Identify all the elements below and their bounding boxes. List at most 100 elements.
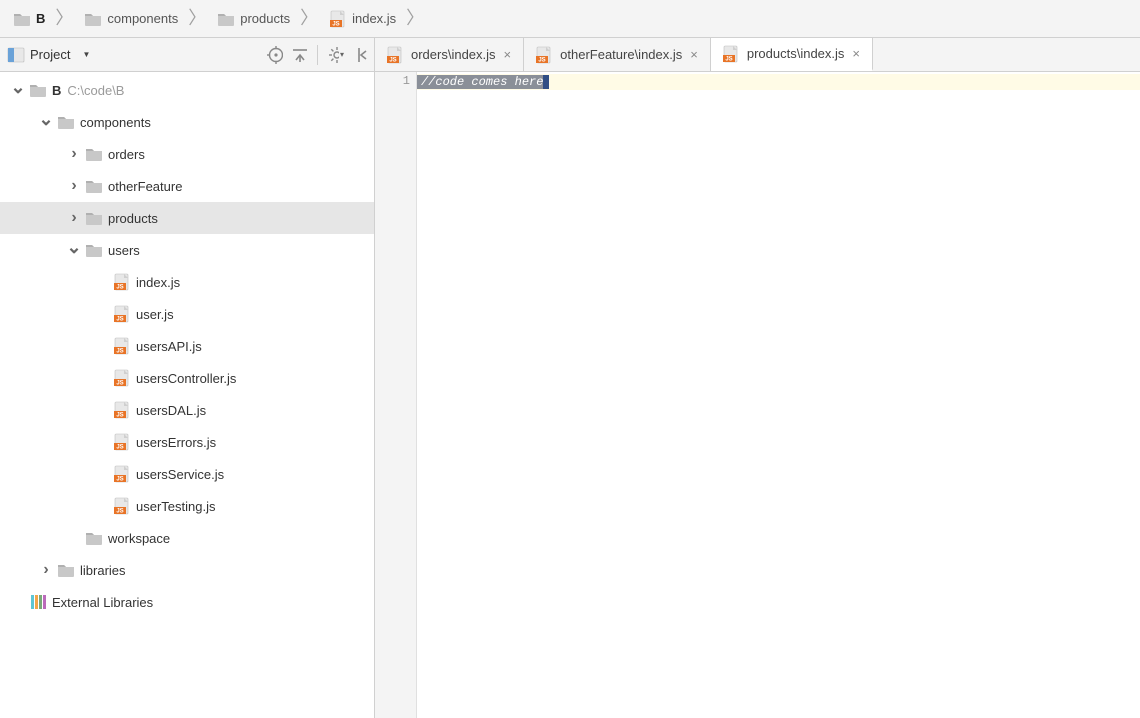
tab-label: otherFeature\index.js xyxy=(560,47,682,62)
chevron-right-icon: 〉 xyxy=(298,4,320,30)
code-line: //code comes here xyxy=(417,74,1140,90)
editor-tab[interactable]: orders\index.js × xyxy=(375,38,524,71)
tree-item-label: usersErrors.js xyxy=(136,435,216,450)
js-file-icon xyxy=(328,9,348,29)
chevron-down-icon[interactable]: ⌄ xyxy=(36,109,56,130)
tree-row[interactable]: ⌄ B C:\code\B xyxy=(0,74,374,106)
js-file-icon xyxy=(112,432,132,452)
chevron-right-icon[interactable]: › xyxy=(64,209,84,227)
tree-item-label: components xyxy=(80,115,151,130)
js-file-icon xyxy=(385,45,405,65)
code-area[interactable]: //code comes here xyxy=(417,72,1140,718)
tree-row[interactable]: ⌄ components xyxy=(0,106,374,138)
tree-row[interactable]: index.js xyxy=(0,266,374,298)
folder-icon xyxy=(84,208,104,228)
tree-row[interactable]: usersController.js xyxy=(0,362,374,394)
project-tool-window: Project ▼ ▾ ⌄ B C:\code\B ⌄ components ›order… xyxy=(0,38,375,718)
line-number: 1 xyxy=(375,74,410,88)
folder-icon xyxy=(84,176,104,196)
hide-button[interactable] xyxy=(352,47,368,63)
collapse-all-button[interactable] xyxy=(291,47,307,63)
folder-icon xyxy=(84,240,104,260)
tree-item-label: B xyxy=(52,83,61,98)
project-view-selector[interactable]: Project ▼ xyxy=(6,45,90,65)
tree-row[interactable]: userTesting.js xyxy=(0,490,374,522)
js-file-icon xyxy=(112,496,132,516)
chevron-right-icon: 〉 xyxy=(186,4,208,30)
external-libraries-icon xyxy=(28,592,48,612)
tree-item-label: userTesting.js xyxy=(136,499,215,514)
tree-item-path: C:\code\B xyxy=(67,83,124,98)
js-file-icon xyxy=(112,464,132,484)
tab-label: products\index.js xyxy=(747,46,845,61)
editor-body: 1 //code comes here xyxy=(375,72,1140,718)
folder-icon xyxy=(56,112,76,132)
crumb-root[interactable]: B xyxy=(6,5,51,33)
folder-icon xyxy=(12,9,32,29)
tree-item-label: usersController.js xyxy=(136,371,236,386)
chevron-down-icon[interactable]: ⌄ xyxy=(8,77,28,98)
editor-tab[interactable]: products\index.js × xyxy=(711,38,873,71)
chevron-right-icon[interactable]: › xyxy=(64,177,84,195)
close-icon[interactable]: × xyxy=(850,44,862,63)
tab-label: orders\index.js xyxy=(411,47,496,62)
editor: orders\index.js×otherFeature\index.js×pr… xyxy=(375,38,1140,718)
tree-row[interactable]: › products xyxy=(0,202,374,234)
editor-tab[interactable]: otherFeature\index.js × xyxy=(524,38,711,71)
tree-row[interactable]: usersErrors.js xyxy=(0,426,374,458)
crumb-file[interactable]: index.js xyxy=(322,5,402,33)
project-tree[interactable]: ⌄BC:\code\B⌄components›orders›otherFeatu… xyxy=(0,72,374,718)
chevron-down-icon[interactable]: ⌄ xyxy=(64,237,84,258)
close-icon[interactable]: × xyxy=(502,45,514,64)
tree-row[interactable]: workspace xyxy=(0,522,374,554)
tree-row[interactable]: user.js xyxy=(0,298,374,330)
js-file-icon xyxy=(534,45,554,65)
chevron-right-icon[interactable]: › xyxy=(36,561,56,579)
chevron-down-icon: ▼ xyxy=(74,50,90,59)
crumb-label: products xyxy=(240,11,290,26)
project-title: Project xyxy=(30,47,70,62)
tree-row[interactable]: ⌄users xyxy=(0,234,374,266)
chevron-right-icon: 〉 xyxy=(53,4,75,30)
tree-item-label: index.js xyxy=(136,275,180,290)
close-icon[interactable]: × xyxy=(688,45,700,64)
folder-icon xyxy=(83,9,103,29)
js-file-icon xyxy=(112,304,132,324)
tree-row[interactable]: usersAPI.js xyxy=(0,330,374,362)
tree-row[interactable]: usersService.js xyxy=(0,458,374,490)
js-file-icon xyxy=(112,336,132,356)
tree-item-label: products xyxy=(108,211,158,226)
project-toolbar: ▾ xyxy=(267,45,368,65)
text-caret xyxy=(543,75,549,89)
tree-item-label: otherFeature xyxy=(108,179,182,194)
folder-icon xyxy=(56,560,76,580)
scroll-from-source-button[interactable] xyxy=(267,47,283,63)
folder-icon xyxy=(84,144,104,164)
tree-row[interactable]: › otherFeature xyxy=(0,170,374,202)
breadcrumb: B 〉 components 〉 products 〉 index.js 〉 xyxy=(0,0,1140,38)
tree-row[interactable]: External Libraries xyxy=(0,586,374,618)
tree-item-label: External Libraries xyxy=(52,595,153,610)
tree-item-label: workspace xyxy=(108,531,170,546)
tree-row[interactable]: usersDAL.js xyxy=(0,394,374,426)
crumb-components[interactable]: components xyxy=(77,5,184,33)
crumb-products[interactable]: products xyxy=(210,5,296,33)
editor-tab-bar: orders\index.js×otherFeature\index.js×pr… xyxy=(375,38,1140,72)
toolbar-separator xyxy=(317,45,318,65)
folder-icon xyxy=(216,9,236,29)
crumb-label: B xyxy=(36,11,45,26)
code-comment-text: //code comes here xyxy=(417,75,543,89)
folder-icon xyxy=(28,80,48,100)
settings-button[interactable]: ▾ xyxy=(328,47,344,63)
js-file-icon xyxy=(112,400,132,420)
crumb-label: components xyxy=(107,11,178,26)
folder-icon xyxy=(84,528,104,548)
js-file-icon xyxy=(721,44,741,64)
chevron-right-icon[interactable]: › xyxy=(64,145,84,163)
tree-item-label: usersAPI.js xyxy=(136,339,202,354)
crumb-label: index.js xyxy=(352,11,396,26)
tree-item-label: usersService.js xyxy=(136,467,224,482)
tree-row[interactable]: ›orders xyxy=(0,138,374,170)
tree-row[interactable]: ›libraries xyxy=(0,554,374,586)
js-file-icon xyxy=(112,272,132,292)
